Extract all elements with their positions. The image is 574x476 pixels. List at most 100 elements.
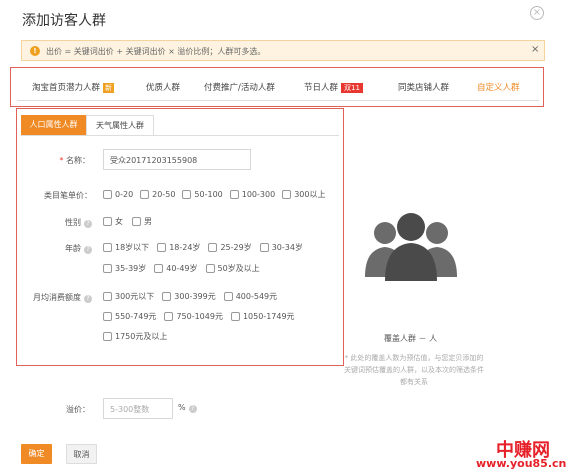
crowd-tab-bar: 淘宝首页潜力人群新 优质人群 付费推广/活动人群 节日人群 双11 同类店铺人群 … (17, 73, 539, 101)
price-options: 0-20 20-50 50-100 100-300 300以上 (103, 189, 343, 200)
help-icon[interactable]: ? (84, 295, 92, 303)
help-icon[interactable]: ? (188, 405, 197, 413)
option-label: 20-50 (152, 190, 176, 199)
percent-label: % (178, 403, 186, 412)
premium-unit: %? (178, 403, 197, 413)
premium-input[interactable]: 5-300整数 (103, 398, 173, 419)
spend-option-1050-1749[interactable]: 1050-1749元 (230, 311, 295, 322)
tab-holiday[interactable]: 节日人群 双11 (304, 81, 363, 93)
checkbox[interactable] (182, 190, 192, 199)
price-option-300-plus[interactable]: 300以上 (282, 189, 325, 200)
age-option-35-39[interactable]: 35-39岁 (103, 263, 146, 274)
option-label: 女 (115, 217, 123, 226)
option-label: 18岁以下 (115, 243, 150, 252)
option-label: 300-399元 (174, 292, 216, 301)
checkbox[interactable] (103, 292, 112, 301)
warning-icon: ! (30, 46, 40, 56)
option-label: 300以上 (294, 190, 326, 199)
gender-label: 性别? (40, 217, 92, 228)
checkbox[interactable] (229, 190, 239, 199)
name-input[interactable]: 受众20171203155908 (103, 149, 251, 170)
spend-label: 月均消费额度? (18, 292, 92, 303)
tab-label: 付费推广/活动人群 (204, 83, 275, 93)
age-option-50-plus[interactable]: 50岁及以上 (205, 263, 260, 274)
tab-custom[interactable]: 自定义人群 (477, 81, 520, 93)
checkbox[interactable] (230, 312, 240, 321)
tab-paid-promotion[interactable]: 付费推广/活动人群 (204, 81, 275, 93)
tab-similar-shop[interactable]: 同类店铺人群 (398, 81, 449, 93)
checkbox[interactable] (154, 264, 164, 273)
checkbox[interactable] (103, 264, 112, 273)
dialog-title: 添加访客人群 (22, 13, 106, 29)
checkbox[interactable] (282, 190, 292, 199)
price-option-0-20[interactable]: 0-20 (103, 189, 133, 200)
spend-options-row2: 550-749元 750-1049元 1050-1749元 (103, 311, 295, 322)
price-option-50-100[interactable]: 50-100 (182, 189, 223, 200)
spend-option-1750-plus[interactable]: 1750元及以上 (103, 331, 167, 342)
age-options-row2: 35-39岁 40-49岁 50岁及以上 (103, 263, 260, 274)
help-icon[interactable]: ? (84, 246, 92, 254)
option-label: 25-29岁 (220, 243, 252, 252)
notice-close-button[interactable]: × (531, 44, 539, 55)
price-label: 类目笔单价： (44, 191, 92, 200)
tab-quality[interactable]: 优质人群 (146, 81, 180, 93)
age-label: 年龄? (40, 243, 92, 254)
price-option-20-50[interactable]: 20-50 (140, 189, 175, 200)
notice-text: 出价 = 关键词出价 + 关键词出价 × 溢价比例；人群可多选。 (46, 47, 266, 56)
checkbox[interactable] (103, 217, 112, 226)
new-badge: 新 (103, 83, 115, 93)
gender-option-female[interactable]: 女 (103, 216, 123, 227)
confirm-button[interactable]: 确定 (21, 444, 52, 464)
spend-options-row3: 1750元及以上 (103, 331, 167, 342)
option-label: 50岁及以上 (217, 264, 260, 273)
checkbox[interactable] (103, 312, 112, 321)
checkbox[interactable] (162, 292, 172, 301)
option-label: 0-20 (115, 190, 134, 199)
spend-option-300-399[interactable]: 300-399元 (162, 291, 216, 302)
option-label: 35-39岁 (115, 264, 147, 273)
spend-option-under300[interactable]: 300元以下 (103, 291, 154, 302)
coverage-note-line1: * 此处的覆盖人数为预估值，与您定贝添加的 (344, 354, 484, 362)
watermark-url: www.you85.cn (476, 457, 567, 470)
checkbox[interactable] (103, 243, 112, 252)
cancel-button[interactable]: 取消 (66, 444, 97, 464)
tab-label: 优质人群 (146, 83, 181, 93)
price-option-100-300[interactable]: 100-300 (229, 189, 275, 200)
option-label: 750-1049元 (176, 312, 223, 321)
option-label: 400-549元 (235, 292, 278, 301)
age-option-25-29[interactable]: 25-29岁 (208, 242, 252, 253)
spend-option-550-749[interactable]: 550-749元 (103, 311, 156, 322)
spend-option-750-1049[interactable]: 750-1049元 (164, 311, 223, 322)
coverage-count: 覆盖人群 － 人 (384, 334, 438, 343)
option-label: 30-34岁 (271, 243, 303, 252)
help-icon[interactable]: ? (84, 220, 92, 228)
checkbox[interactable] (164, 312, 174, 321)
age-label-text: 年龄 (65, 244, 81, 253)
subtab-demographics[interactable]: 人口属性人群 (21, 115, 86, 135)
name-label-text: 名称： (66, 156, 90, 165)
age-option-40-49[interactable]: 40-49岁 (154, 263, 198, 274)
checkbox[interactable] (157, 243, 167, 252)
option-label: 1050-1749元 (242, 312, 295, 321)
dialog-close-button[interactable]: × (530, 6, 544, 20)
option-label: 18-24岁 (169, 243, 201, 252)
audience-group-icon (365, 213, 457, 281)
checkbox[interactable] (103, 190, 112, 199)
checkbox[interactable] (223, 292, 233, 301)
age-option-under18[interactable]: 18岁以下 (103, 242, 149, 253)
checkbox[interactable] (140, 190, 150, 199)
checkbox[interactable] (205, 264, 215, 273)
gender-option-male[interactable]: 男 (132, 216, 152, 227)
checkbox[interactable] (208, 243, 218, 252)
name-label: * 名称： (40, 155, 90, 166)
tab-taobao-home-potential[interactable]: 淘宝首页潜力人群新 (32, 81, 115, 93)
form-highlight-box (16, 108, 344, 366)
checkbox[interactable] (259, 243, 269, 252)
age-option-18-24[interactable]: 18-24岁 (157, 242, 200, 253)
checkbox[interactable] (103, 332, 112, 341)
subtab-weather[interactable]: 天气属性人群 (86, 115, 154, 135)
coverage-note: * 此处的覆盖人数为预估值，与您定贝添加的 关键词预估覆盖的人群，以及本次的筛选… (326, 352, 502, 388)
spend-option-400-549[interactable]: 400-549元 (223, 291, 278, 302)
age-option-30-34[interactable]: 30-34岁 (259, 242, 303, 253)
checkbox[interactable] (132, 217, 141, 226)
